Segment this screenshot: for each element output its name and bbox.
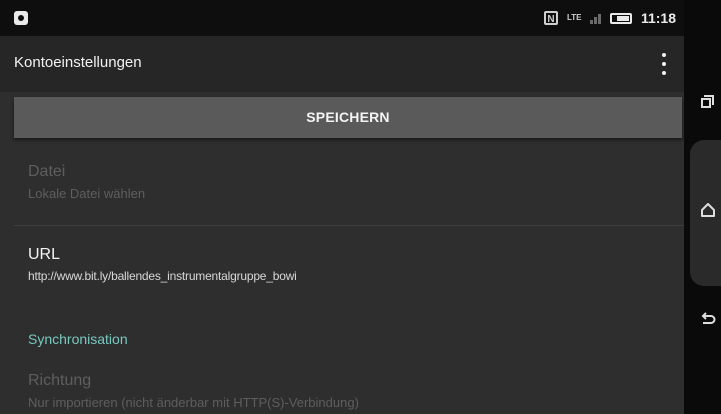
- nfc-icon: N: [543, 11, 558, 25]
- divider: [14, 225, 684, 226]
- pref-url-summary: http://www.bit.ly/ballendes_instrumental…: [28, 269, 297, 283]
- pref-file-title: Datei: [28, 163, 66, 180]
- overflow-menu-icon[interactable]: [662, 53, 666, 75]
- app-bar: Kontoeinstellungen: [0, 36, 684, 92]
- status-icons: N LTE 11:18: [543, 8, 676, 28]
- back-icon[interactable]: [700, 311, 716, 327]
- lte-icon: LTE: [566, 13, 582, 22]
- recents-icon[interactable]: [701, 95, 714, 108]
- home-icon[interactable]: [700, 202, 716, 218]
- battery-icon: [609, 12, 632, 24]
- pref-file: Datei Lokale Datei wählen: [28, 163, 145, 201]
- app-screen: N LTE 11:18 Kontoeinstellungen SPEICHERN…: [0, 0, 684, 414]
- pref-direction-title: Richtung: [28, 372, 92, 389]
- save-button[interactable]: SPEICHERN: [14, 97, 682, 138]
- page-title: Kontoeinstellungen: [14, 54, 142, 71]
- pref-direction-summary: Nur importieren (nicht änderbar mit HTTP…: [28, 395, 359, 410]
- section-header-synchronisation: Synchronisation: [28, 331, 128, 347]
- status-bar: N LTE 11:18: [0, 0, 684, 36]
- status-time: 11:18: [640, 10, 676, 26]
- pref-url[interactable]: URL http://www.bit.ly/ballendes_instrume…: [28, 246, 297, 283]
- notification-app-icon: [14, 11, 28, 25]
- pref-file-summary: Lokale Datei wählen: [28, 186, 146, 201]
- pref-direction: Richtung Nur importieren (nicht änderbar…: [28, 372, 359, 410]
- pref-url-title: URL: [28, 246, 61, 263]
- signal-icon: [589, 12, 601, 24]
